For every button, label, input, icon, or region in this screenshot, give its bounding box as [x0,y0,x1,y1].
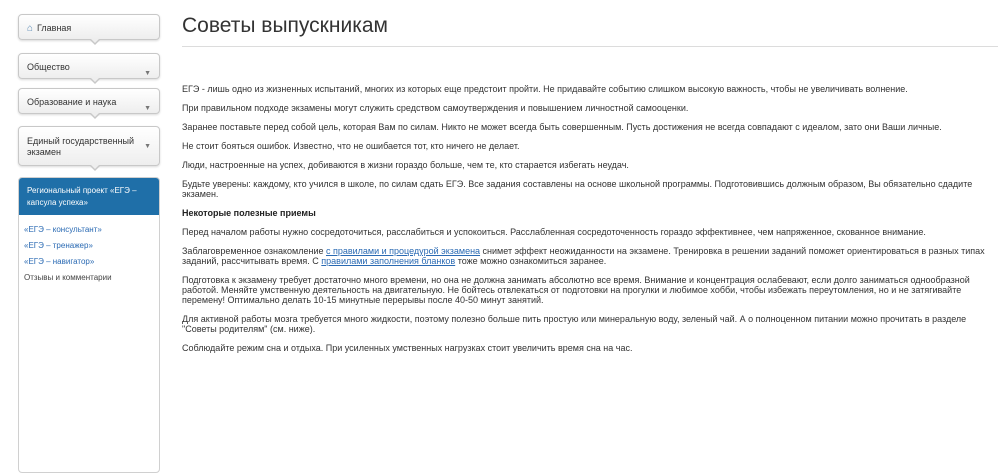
chevron-down-icon: ▼ [144,70,151,77]
project-link-consultant[interactable]: «ЕГЭ – консультант» [24,223,154,237]
paragraph: Соблюдайте режим сна и отдыха. При усиле… [182,343,633,353]
pointer-arrow-icon [89,77,101,84]
project-title[interactable]: Региональный проект «ЕГЭ – капсула успех… [19,178,159,215]
home-link[interactable]: ⌂ Главная [18,14,160,45]
project-link-navigator[interactable]: «ЕГЭ – навигатор» [24,255,154,269]
article-body: ЕГЭ - лишь одно из жизненных испытаний, … [182,84,998,362]
chevron-down-icon: ▼ [144,143,151,150]
paragraph: Перед началом работы нужно сосредоточить… [182,227,926,237]
paragraph: Подготовка к экзамену требует достаточно… [182,275,970,305]
paragraph: Не стоит бояться ошибок. Известно, что н… [182,141,520,151]
paragraph: Люди, настроенные на успех, добиваются в… [182,160,629,170]
section-heading: Некоторые полезные приемы [182,208,316,218]
paragraph: Для активной работы мозга требуется мног… [182,314,967,334]
form-filling-rules-link[interactable]: правилами заполнения бланков [321,256,455,266]
nav-item-society[interactable]: Общество ▼ [18,53,160,84]
paragraph-text: тоже можно ознакомиться заранее. [455,256,607,266]
paragraph-text: Заблаговременное ознакомление [182,246,326,256]
exam-rules-link[interactable]: с правилами и процедурой экзамена [326,246,480,256]
chevron-down-icon: ▼ [144,105,151,112]
nav-item-ege[interactable]: Единый государственный экзамен ▼ [18,126,160,171]
page-title: Советы выпускникам [182,14,388,37]
project-link-reviews[interactable]: Отзывы и комментарии [24,271,154,285]
paragraph: ЕГЭ - лишь одно из жизненных испытаний, … [182,84,908,94]
home-icon: ⌂ [27,23,34,34]
title-divider [182,46,998,47]
paragraph: Заранее поставьте перед собой цель, кото… [182,122,942,132]
nav-item-education[interactable]: Образование и наука ▼ [18,88,160,119]
nav-item-label: Общество [27,62,70,72]
pointer-arrow-icon [89,164,101,171]
pointer-arrow-icon [89,38,101,45]
nav-item-label: Единый государственный экзамен [27,136,135,157]
paragraph: Будьте уверены: каждому, кто учился в шк… [182,179,973,199]
project-panel: Региональный проект «ЕГЭ – капсула успех… [18,177,160,473]
paragraph: Заблаговременное ознакомление с правилам… [182,246,998,266]
home-label: Главная [37,23,72,33]
paragraph: При правильном подходе экзамены могут сл… [182,103,689,113]
nav-item-label: Образование и наука [27,97,117,107]
pointer-arrow-icon [89,112,101,119]
project-link-trainer[interactable]: «ЕГЭ – тренажер» [24,239,154,253]
